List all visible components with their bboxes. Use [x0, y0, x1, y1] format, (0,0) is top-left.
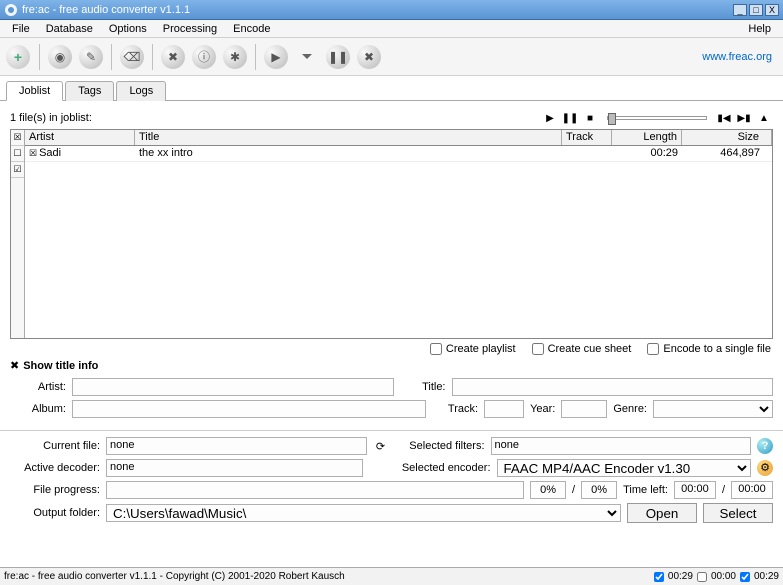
close-icon: ✖	[10, 359, 19, 372]
joblist-count: 1 file(s) in joblist:	[10, 112, 92, 124]
col-size[interactable]: Size	[682, 130, 772, 145]
menu-help[interactable]: Help	[740, 21, 779, 37]
time-left-1: 00:00	[674, 481, 716, 499]
cd-button[interactable]: ◉	[46, 43, 74, 71]
tab-tags[interactable]: Tags	[65, 81, 114, 101]
add-file-button[interactable]: +	[3, 42, 33, 72]
track-label: Track:	[432, 403, 478, 415]
maximize-button[interactable]: □	[749, 4, 763, 16]
mini-play-button[interactable]: ▶	[541, 111, 559, 125]
window-title: fre:ac - free audio converter v1.1.1	[22, 4, 190, 16]
status-t3: 00:29	[754, 571, 779, 582]
select-all-checkbox[interactable]: ☒	[11, 130, 24, 146]
stop-button[interactable]: ✖	[355, 43, 383, 71]
current-file-value: none	[106, 437, 367, 455]
cell-length: 00:29	[612, 146, 682, 161]
progress-pct-1: 0%	[530, 481, 566, 499]
doc-button[interactable]: ✎	[77, 43, 105, 71]
time-left-2: 00:00	[731, 481, 773, 499]
encoder-settings-icon[interactable]: ⚙	[757, 460, 773, 476]
menu-options[interactable]: Options	[101, 21, 155, 37]
status-check-1[interactable]	[654, 572, 664, 582]
website-link[interactable]: www.freac.org	[702, 51, 772, 63]
skip-icon[interactable]: ⟳	[373, 440, 389, 453]
selected-encoder-select[interactable]: FAAC MP4/AAC Encoder v1.30	[497, 459, 752, 477]
status-text: fre:ac - free audio converter v1.1.1 - C…	[4, 571, 345, 582]
cell-size: 464,897	[682, 146, 772, 161]
mini-pause-button[interactable]: ❚❚	[561, 111, 579, 125]
select-button[interactable]: Select	[703, 503, 773, 523]
col-title[interactable]: Title	[135, 130, 562, 145]
status-check-3[interactable]	[740, 572, 750, 582]
show-title-info-toggle[interactable]: ✖ Show title info	[10, 359, 773, 372]
menu-file[interactable]: File	[4, 21, 38, 37]
current-file-label: Current file:	[10, 440, 100, 452]
year-label: Year:	[530, 403, 555, 415]
output-folder-label: Output folder:	[10, 507, 100, 519]
track-input[interactable]	[484, 400, 524, 418]
settings-button[interactable]: ✱	[221, 43, 249, 71]
tab-joblist[interactable]: Joblist	[6, 81, 63, 101]
dropdown-button[interactable]	[293, 43, 321, 71]
mini-prev-button[interactable]: ▮◀	[715, 111, 733, 125]
seek-slider[interactable]	[607, 116, 707, 120]
selected-filters-label: Selected filters:	[395, 440, 485, 452]
help-icon[interactable]: ?	[757, 438, 773, 454]
album-input[interactable]	[72, 400, 426, 418]
row-check[interactable]: ☐	[11, 146, 24, 162]
artist-label: Artist:	[10, 381, 66, 393]
minimize-button[interactable]: _	[733, 4, 747, 16]
menu-processing[interactable]: Processing	[155, 21, 225, 37]
play-button[interactable]: ▶	[262, 43, 290, 71]
chevron-down-icon	[302, 54, 312, 60]
joblist-table: ☒ ☐ ☑ Artist Title Track Length Size ☒Sa…	[10, 129, 773, 339]
progress-pct-2: 0%	[581, 481, 617, 499]
file-progress-label: File progress:	[10, 484, 100, 496]
single-file-check[interactable]: Encode to a single file	[647, 343, 771, 355]
tab-logs[interactable]: Logs	[116, 81, 166, 101]
cell-track	[562, 146, 612, 161]
col-track[interactable]: Track	[562, 130, 612, 145]
year-input[interactable]	[561, 400, 607, 418]
cell-title: the xx intro	[135, 146, 562, 161]
album-label: Album:	[10, 403, 66, 415]
status-t1: 00:29	[668, 571, 693, 582]
selected-filters-value: none	[491, 437, 752, 455]
menu-encode[interactable]: Encode	[225, 21, 278, 37]
mini-stop-button[interactable]: ■	[581, 111, 599, 125]
row-checked[interactable]: ☑	[11, 162, 24, 178]
mini-next-button[interactable]: ▶▮	[735, 111, 753, 125]
pause-button[interactable]: ❚❚	[324, 43, 352, 71]
table-row[interactable]: ☒Sadi the xx intro 00:29 464,897	[25, 146, 772, 162]
title-input[interactable]	[452, 378, 774, 396]
app-icon	[4, 3, 18, 17]
active-decoder-label: Active decoder:	[10, 462, 100, 474]
status-check-2[interactable]	[697, 572, 707, 582]
close-button[interactable]: X	[765, 4, 779, 16]
tool-2-button[interactable]: ⓘ	[190, 43, 218, 71]
progress-bar	[106, 481, 524, 499]
create-playlist-check[interactable]: Create playlist	[430, 343, 516, 355]
cell-artist: ☒Sadi	[25, 146, 135, 161]
remove-button[interactable]: ⌫	[118, 43, 146, 71]
genre-label: Genre:	[613, 403, 647, 415]
open-button[interactable]: Open	[627, 503, 697, 523]
artist-input[interactable]	[72, 378, 394, 396]
selected-encoder-label: Selected encoder:	[391, 462, 491, 474]
menu-database[interactable]: Database	[38, 21, 101, 37]
create-cue-check[interactable]: Create cue sheet	[532, 343, 632, 355]
col-artist[interactable]: Artist	[25, 130, 135, 145]
active-decoder-value: none	[106, 459, 363, 477]
mini-eject-button[interactable]: ▲	[755, 111, 773, 125]
status-t2: 00:00	[711, 571, 736, 582]
output-folder-select[interactable]: C:\Users\fawad\Music\	[106, 504, 621, 522]
time-left-label: Time left:	[623, 484, 668, 496]
tool-1-button[interactable]: ✖	[159, 43, 187, 71]
slash: /	[572, 484, 575, 496]
genre-select[interactable]	[653, 400, 773, 418]
title-label: Title:	[400, 381, 446, 393]
col-length[interactable]: Length	[612, 130, 682, 145]
